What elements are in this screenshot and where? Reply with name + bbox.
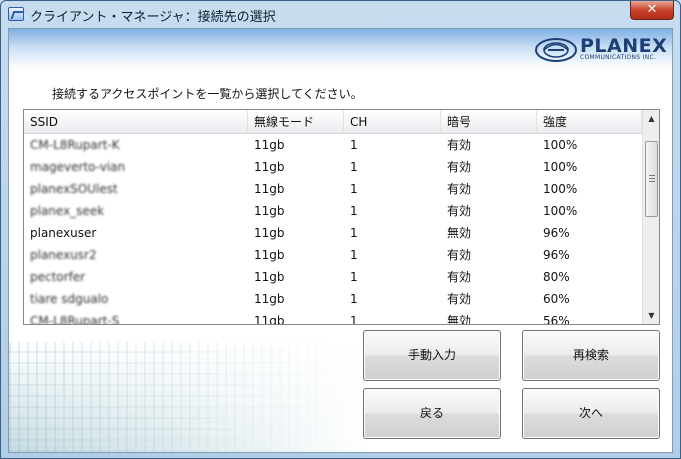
cell-strength: 100% [543, 160, 578, 174]
cell-encryption: 有効 [447, 160, 472, 174]
scroll-down-arrow-icon[interactable]: ▼ [643, 307, 659, 324]
cell-mode: 11gb [254, 292, 285, 306]
table-row[interactable]: pectorfer 11gb 1 有効 80% [24, 266, 642, 288]
cell-encryption: 無効 [447, 226, 472, 240]
cell-encryption: 有効 [447, 292, 472, 306]
table-row[interactable]: planexuser 11gb 1 無効 96% [24, 222, 642, 244]
cell-encryption: 無効 [447, 314, 472, 325]
cell-ch: 1 [350, 270, 358, 284]
cell-encryption: 有効 [447, 248, 472, 262]
table-row[interactable]: CM-L8Rupart-K 11gb 1 有効 100% [24, 134, 642, 156]
column-strength[interactable]: 強度 [537, 110, 642, 134]
cell-mode: 11gb [254, 204, 285, 218]
cell-strength: 80% [543, 270, 570, 284]
cell-strength: 56% [543, 314, 570, 325]
table-row[interactable]: planexusr2 11gb 1 有効 96% [24, 244, 642, 266]
cell-strength: 100% [543, 204, 578, 218]
cell-encryption: 有効 [447, 270, 472, 284]
grip-icon [649, 175, 655, 182]
cell-ch: 1 [350, 226, 358, 240]
cell-mode: 11gb [254, 182, 285, 196]
table-row[interactable]: planexSOUlest 11gb 1 有効 100% [24, 178, 642, 200]
header-banner: PLANEX COMMUNICATIONS INC. [9, 29, 672, 69]
cell-encryption: 有効 [447, 182, 472, 196]
list-rows: CM-L8Rupart-K 11gb 1 有効 100% mageverto-vian 11… [24, 134, 642, 325]
manual-input-button[interactable]: 手動入力 [363, 330, 501, 381]
dialog-window: クライアント・マネージャ：接続先の選択 ✕ PLANEX COMMUNICATI… [0, 0, 681, 459]
cell-ssid: tiare sdgualo [30, 292, 109, 306]
table-row[interactable]: planex_seek 11gb 1 有効 100% [24, 200, 642, 222]
table-row[interactable]: CM-L8Rupart-S 11gb 1 無効 56% [24, 310, 642, 325]
title-bar[interactable]: クライアント・マネージャ：接続先の選択 ✕ [1, 1, 680, 27]
list-header: SSID 無線モード CH 暗号 強度 [24, 110, 642, 134]
column-ch[interactable]: CH [344, 110, 441, 134]
logo-subtitle: COMMUNICATIONS INC. [580, 54, 657, 61]
cell-strength: 96% [543, 226, 570, 240]
vertical-scrollbar[interactable]: ▲ ▼ [642, 110, 659, 324]
instruction-text: 接続するアクセスポイントを一覧から選択してください。 [52, 87, 363, 101]
cell-ssid: mageverto-vian [30, 160, 126, 174]
scroll-thumb[interactable] [645, 141, 658, 217]
cell-mode: 11gb [254, 160, 285, 174]
cell-ssid: planexusr2 [30, 248, 97, 262]
table-row[interactable]: tiare sdgualo 11gb 1 有効 60% [24, 288, 642, 310]
cell-strength: 100% [543, 138, 578, 152]
cell-mode: 11gb [254, 314, 285, 325]
cell-strength: 96% [543, 248, 570, 262]
planex-logo: PLANEX COMMUNICATIONS INC. [534, 35, 667, 65]
dialog-content: PLANEX COMMUNICATIONS INC. 接続するアクセスポイントを… [8, 28, 673, 453]
app-icon [8, 7, 24, 21]
cell-mode: 11gb [254, 248, 285, 262]
cell-ch: 1 [350, 182, 358, 196]
scroll-up-arrow-icon[interactable]: ▲ [643, 110, 659, 127]
cell-ssid: pectorfer [30, 270, 86, 284]
background-decoration [9, 342, 369, 452]
back-button[interactable]: 戻る [363, 388, 501, 439]
cell-ssid: CM-L8Rupart-S [30, 314, 120, 325]
access-point-list[interactable]: SSID 無線モード CH 暗号 強度 CM-L8Rupart-K 11gb 1 有効… [23, 109, 660, 325]
column-ssid[interactable]: SSID [24, 110, 248, 134]
planex-globe-icon [535, 38, 577, 62]
rescan-button[interactable]: 再検索 [522, 330, 660, 381]
column-encryption[interactable]: 暗号 [441, 110, 537, 134]
cell-ssid: planex_seek [30, 204, 105, 218]
column-mode[interactable]: 無線モード [248, 110, 344, 134]
cell-mode: 11gb [254, 138, 285, 152]
window-title: クライアント・マネージャ：接続先の選択 [30, 10, 276, 25]
table-row[interactable]: mageverto-vian 11gb 1 有効 100% [24, 156, 642, 178]
cell-ssid: planexSOUlest [30, 182, 118, 196]
cell-strength: 100% [543, 182, 578, 196]
close-button[interactable]: ✕ [630, 1, 674, 20]
cell-ch: 1 [350, 292, 358, 306]
cell-ssid: planexuser [30, 226, 97, 240]
cell-ch: 1 [350, 248, 358, 262]
cell-ch: 1 [350, 204, 358, 218]
cell-ch: 1 [350, 160, 358, 174]
cell-encryption: 有効 [447, 138, 472, 152]
cell-mode: 11gb [254, 226, 285, 240]
cell-ssid: CM-L8Rupart-K [30, 138, 120, 152]
cell-mode: 11gb [254, 270, 285, 284]
next-button[interactable]: 次へ [522, 388, 660, 439]
cell-strength: 60% [543, 292, 570, 306]
cell-ch: 1 [350, 314, 358, 325]
cell-encryption: 有効 [447, 204, 472, 218]
cell-ch: 1 [350, 138, 358, 152]
